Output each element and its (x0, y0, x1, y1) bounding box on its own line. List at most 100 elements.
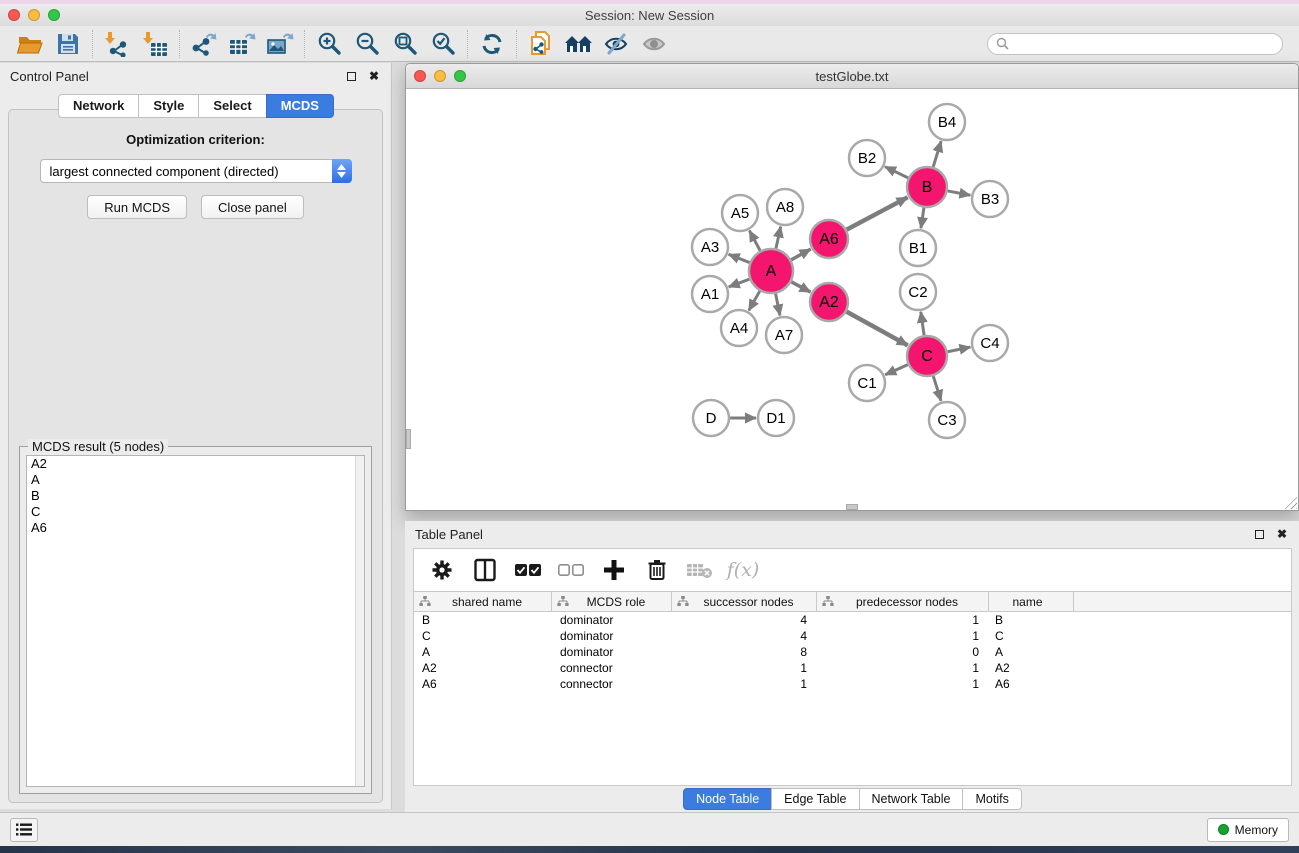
criterion-dropdown[interactable]: largest connected component (directed) (40, 159, 352, 183)
graph-edge-A-A6[interactable] (791, 249, 810, 260)
tab-style[interactable]: Style (138, 94, 199, 118)
function-builder-icon[interactable]: f(x) (729, 555, 757, 585)
refresh-icon[interactable] (475, 29, 509, 59)
table-row[interactable]: Cdominator41C (414, 628, 1291, 644)
zoom-fit-icon[interactable] (388, 29, 422, 59)
mcds-result-item[interactable]: B (27, 488, 364, 504)
tab-mcds[interactable]: MCDS (266, 94, 334, 118)
table-float-icon[interactable] (1252, 527, 1266, 541)
graph-edge-A-A5[interactable] (749, 231, 760, 251)
graph-edge-B-B2[interactable] (885, 167, 908, 178)
table-row[interactable]: Adominator80A (414, 644, 1291, 660)
close-panel-button[interactable]: Close panel (201, 195, 304, 219)
graph-edge-A-A3[interactable] (729, 254, 750, 262)
graph-node-A2[interactable]: A2 (810, 283, 848, 321)
export-table-icon[interactable] (225, 29, 259, 59)
export-image-icon[interactable] (263, 29, 297, 59)
zoom-in-icon[interactable] (312, 29, 346, 59)
show-column-panel-icon[interactable] (471, 555, 499, 585)
network-canvas[interactable]: B4B2BB3A5A8A6B1A3AC2A1A2A4A7C4CC1C3DD1 (406, 89, 1298, 510)
delete-table-icon[interactable] (686, 555, 714, 585)
minimize-window-button[interactable] (28, 9, 40, 21)
graph-edge-B-B4[interactable] (933, 141, 941, 167)
close-panel-icon[interactable]: ✖ (367, 69, 381, 83)
graph-node-B4[interactable]: B4 (929, 104, 965, 140)
tab-node-table[interactable]: Node Table (683, 788, 772, 810)
graph-edge-A6-B[interactable] (847, 197, 908, 229)
graph-edge-C-C3[interactable] (933, 376, 941, 401)
graph-node-D[interactable]: D (693, 400, 729, 436)
tab-edge-table[interactable]: Edge Table (771, 788, 859, 810)
table-close-icon[interactable]: ✖ (1275, 527, 1289, 541)
graph-node-C[interactable]: C (907, 336, 947, 376)
zoom-window-button[interactable] (48, 9, 60, 21)
tab-network[interactable]: Network (58, 94, 139, 118)
delete-column-trash-icon[interactable] (643, 555, 671, 585)
graph-edge-A-A1[interactable] (729, 279, 750, 287)
column-header-predecessor-nodes[interactable]: predecessor nodes (817, 592, 989, 611)
graph-node-A1[interactable]: A1 (692, 276, 728, 312)
graph-edge-C-C1[interactable] (885, 365, 908, 375)
network-window-titlebar[interactable]: testGlobe.txt (406, 64, 1298, 89)
column-header-name[interactable]: name (989, 592, 1074, 611)
graph-node-A4[interactable]: A4 (721, 310, 757, 346)
graph-edge-B-B3[interactable] (948, 191, 971, 195)
close-window-button[interactable] (8, 9, 20, 21)
table-row[interactable]: Bdominator41B (414, 612, 1291, 628)
first-neighbors-icon[interactable] (562, 29, 596, 59)
window-resize-grip[interactable] (1283, 495, 1297, 509)
graph-node-D1[interactable]: D1 (758, 400, 794, 436)
graph-edge-A-A4[interactable] (749, 291, 760, 311)
graph-node-C2[interactable]: C2 (900, 274, 936, 310)
graph-edge-A2-C[interactable] (847, 312, 908, 346)
unselect-all-icon[interactable] (557, 555, 585, 585)
network-zoom-button[interactable] (454, 70, 466, 82)
graph-edge-C-C2[interactable] (921, 312, 924, 335)
table-row[interactable]: A2connector11A2 (414, 660, 1291, 676)
column-header-mcds-role[interactable]: MCDS role (552, 592, 672, 611)
create-column-plus-icon[interactable] (600, 555, 628, 585)
network-vertical-scroll-hint[interactable] (406, 429, 411, 449)
network-minimize-button[interactable] (434, 70, 446, 82)
graph-node-A5[interactable]: A5 (722, 195, 758, 231)
graph-node-C4[interactable]: C4 (972, 325, 1008, 361)
mcds-result-item[interactable]: A2 (27, 456, 364, 472)
mcds-result-item[interactable]: A (27, 472, 364, 488)
mcds-result-list[interactable]: A2ABCA6 (26, 455, 365, 787)
mcds-result-item[interactable]: A6 (27, 520, 364, 536)
graph-node-C1[interactable]: C1 (849, 365, 885, 401)
graph-node-A3[interactable]: A3 (692, 229, 728, 265)
graph-node-B2[interactable]: B2 (849, 140, 885, 176)
column-header-shared-name[interactable]: shared name (414, 592, 552, 611)
network-horizontal-scroll-hint[interactable] (846, 504, 858, 510)
hide-selected-icon[interactable] (600, 29, 634, 59)
column-header-successor-nodes[interactable]: successor nodes (672, 592, 817, 611)
new-network-from-selection-icon[interactable] (524, 29, 558, 59)
tab-motifs[interactable]: Motifs (962, 788, 1021, 810)
graph-node-A[interactable]: A (749, 249, 793, 293)
run-mcds-button[interactable]: Run MCDS (87, 195, 187, 219)
graph-edge-A-A2[interactable] (791, 282, 810, 292)
zoom-out-icon[interactable] (350, 29, 384, 59)
graph-node-B3[interactable]: B3 (972, 181, 1008, 217)
import-network-icon[interactable] (100, 29, 134, 59)
graph-edge-B-B1[interactable] (921, 208, 924, 228)
graph-edge-C-C4[interactable] (948, 347, 971, 352)
graph-node-B1[interactable]: B1 (900, 230, 936, 266)
float-panel-icon[interactable] (344, 69, 358, 83)
task-history-button[interactable] (10, 818, 38, 842)
import-table-icon[interactable] (138, 29, 172, 59)
memory-button[interactable]: Memory (1207, 818, 1289, 842)
table-settings-gear-icon[interactable] (428, 555, 456, 585)
graph-node-A8[interactable]: A8 (767, 189, 803, 225)
graph-node-C3[interactable]: C3 (929, 402, 965, 438)
graph-edge-A-A7[interactable] (776, 294, 780, 316)
save-session-icon[interactable] (51, 29, 85, 59)
mcds-result-item[interactable]: C (27, 504, 364, 520)
network-close-button[interactable] (414, 70, 426, 82)
zoom-selected-icon[interactable] (426, 29, 460, 59)
table-row[interactable]: A6connector11A6 (414, 676, 1291, 692)
graph-edge-A-A8[interactable] (776, 227, 781, 249)
result-scrollbar[interactable] (355, 456, 364, 786)
graph-node-A6[interactable]: A6 (810, 220, 848, 258)
